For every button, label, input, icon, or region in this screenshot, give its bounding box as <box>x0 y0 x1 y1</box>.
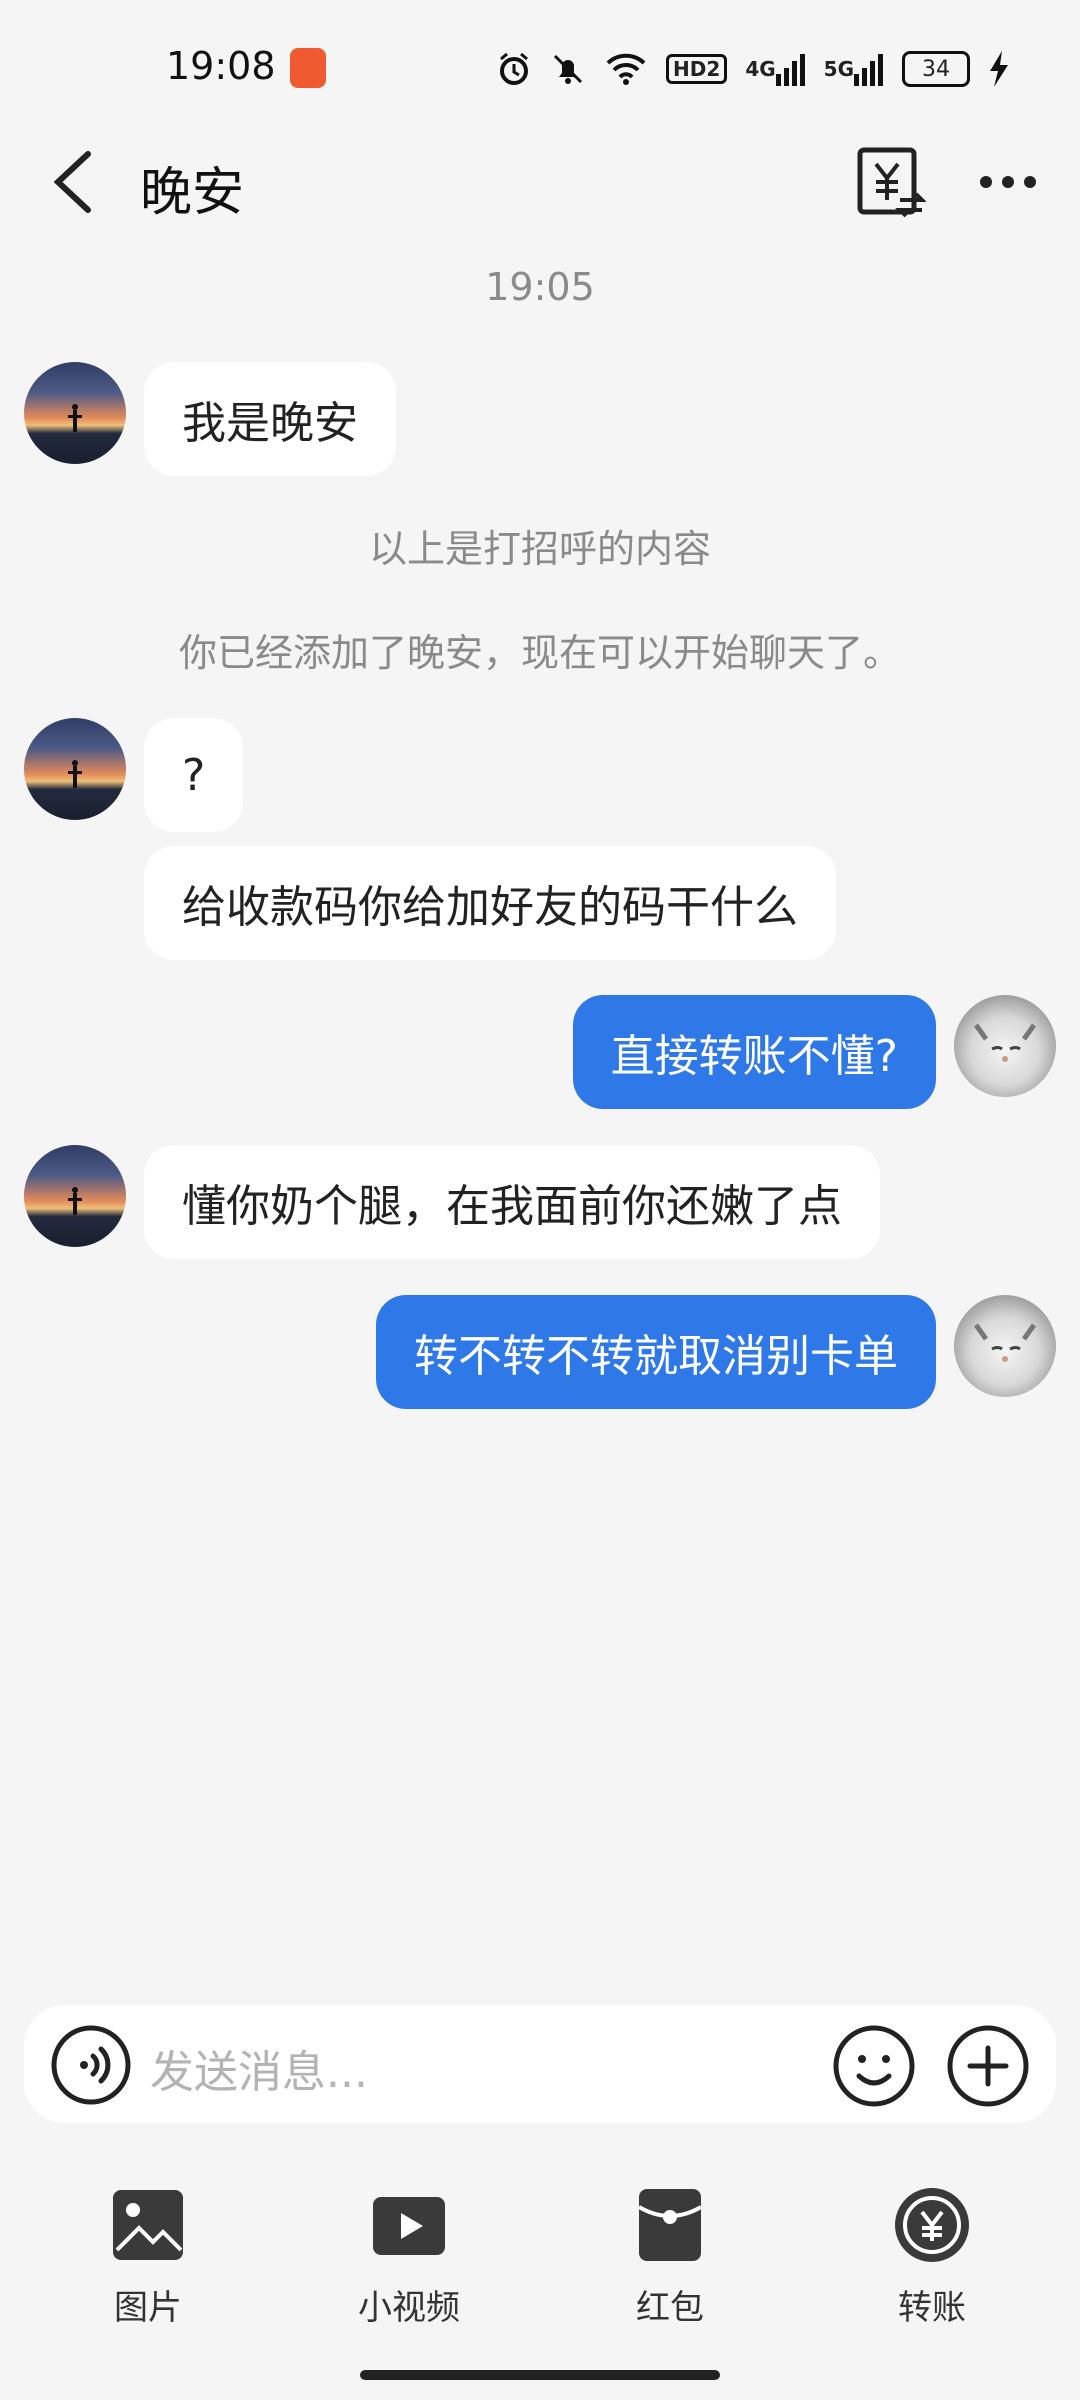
message-text: 直接转账不懂? <box>610 1031 898 1082</box>
cat-icon <box>973 1323 1037 1362</box>
charging-icon <box>988 51 1010 87</box>
contact-avatar[interactable] <box>24 718 126 820</box>
home-indicator[interactable] <box>360 2370 720 2380</box>
mute-icon <box>550 51 586 87</box>
tool-label: 红包 <box>636 2288 704 2328</box>
more-icon <box>980 176 1036 188</box>
signal-4g-icon: 4G <box>745 52 805 86</box>
red-packet-icon <box>625 2180 715 2270</box>
tool-label: 图片 <box>114 2288 182 2328</box>
transfer-button[interactable] <box>856 146 927 220</box>
net2-label: 5G <box>823 57 854 81</box>
system-note: 以上是打招呼的内容 <box>368 527 711 571</box>
back-button[interactable] <box>48 146 108 218</box>
message-text: ? <box>182 749 206 801</box>
more-actions-button[interactable] <box>946 2024 1030 2108</box>
video-icon <box>364 2180 454 2270</box>
image-icon <box>103 2180 193 2270</box>
tool-red-packet[interactable]: 红包 <box>585 2180 755 2329</box>
tool-video[interactable]: 小视频 <box>324 2180 494 2329</box>
self-avatar[interactable] <box>954 995 1056 1097</box>
emoji-icon <box>833 2025 915 2107</box>
message-text: 我是晚安 <box>182 398 358 449</box>
app-notification-icon <box>290 48 326 88</box>
more-button[interactable] <box>976 160 1040 204</box>
silhouette-icon <box>68 404 82 432</box>
message-text: 懂你奶个腿，在我面前你还嫩了点 <box>182 1181 842 1232</box>
silhouette-icon <box>68 760 82 788</box>
message-text: 转不转不转就取消别卡单 <box>414 1331 898 1382</box>
tool-image[interactable]: 图片 <box>63 2180 233 2329</box>
silhouette-icon <box>68 1187 82 1215</box>
status-icons: HD2 4G 5G 34 <box>496 44 1010 94</box>
emoji-button[interactable] <box>832 2024 916 2108</box>
chevron-left-icon <box>53 151 91 213</box>
yuan-transfer-icon <box>857 147 927 218</box>
contact-avatar[interactable] <box>24 362 126 464</box>
battery-level: 34 <box>922 56 950 82</box>
hd-icon: HD2 <box>666 54 728 84</box>
voice-icon <box>51 2025 131 2105</box>
status-time: 19:08 <box>166 44 276 88</box>
contact-avatar[interactable] <box>24 1145 126 1247</box>
wifi-icon <box>604 51 648 87</box>
message-bubble[interactable]: ? <box>144 718 244 832</box>
message-bubble[interactable]: 我是晚安 <box>144 362 396 476</box>
tool-label: 转账 <box>898 2288 966 2328</box>
voice-button[interactable] <box>50 2024 132 2106</box>
self-avatar[interactable] <box>954 1295 1056 1397</box>
cat-icon <box>973 1023 1037 1062</box>
message-bubble-self[interactable]: 直接转账不懂? <box>572 995 936 1109</box>
tool-label: 小视频 <box>358 2288 460 2328</box>
transfer-icon <box>887 2180 977 2270</box>
page-title: 晚安 <box>140 163 245 223</box>
chat-timestamp: 19:05 <box>485 265 595 309</box>
message-input[interactable]: 发送消息... <box>150 2036 368 2100</box>
message-text: 给收款码你给加好友的码干什么 <box>182 882 798 933</box>
alarm-icon <box>496 51 532 87</box>
battery-icon: 34 <box>902 51 970 87</box>
plus-icon <box>947 2025 1029 2107</box>
message-bubble[interactable]: 给收款码你给加好友的码干什么 <box>144 846 836 960</box>
signal-5g-icon: 5G <box>824 52 884 86</box>
net1-label: 4G <box>745 57 776 81</box>
message-bubble[interactable]: 懂你奶个腿，在我面前你还嫩了点 <box>144 1145 880 1259</box>
tool-transfer[interactable]: 转账 <box>847 2180 1017 2329</box>
system-note: 你已经添加了晚安，现在可以开始聊天了。 <box>178 631 901 675</box>
message-bubble-self[interactable]: 转不转不转就取消别卡单 <box>376 1295 936 1409</box>
